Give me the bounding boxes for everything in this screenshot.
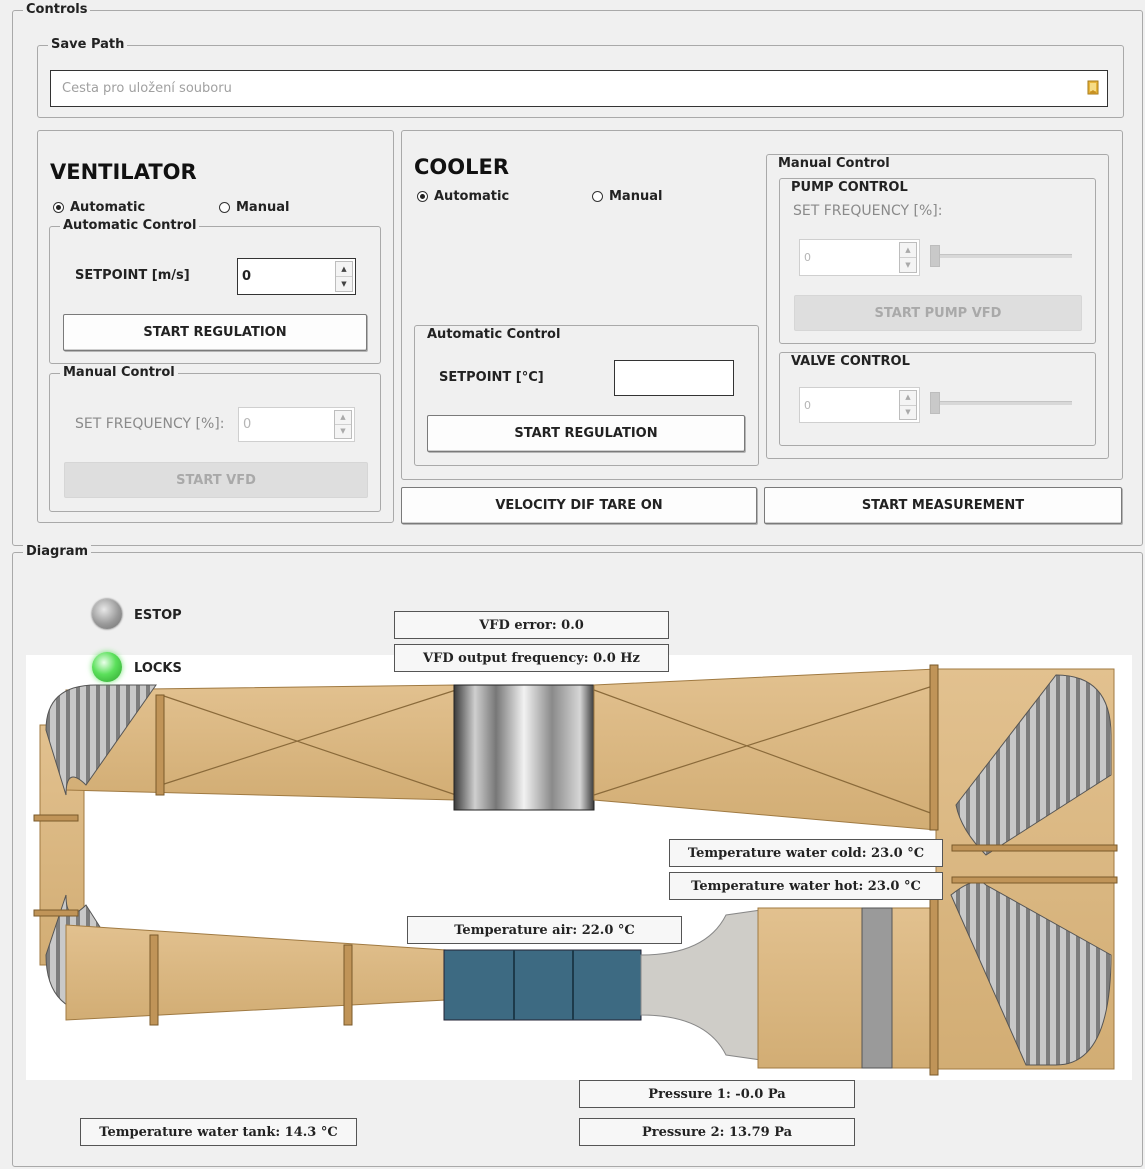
stepper-arrows[interactable]: ▲ ▼ bbox=[334, 410, 352, 439]
arrow-up-icon[interactable]: ▲ bbox=[900, 391, 916, 405]
pump-slider-track[interactable] bbox=[932, 254, 1072, 258]
velocity-tare-button[interactable]: VELOCITY DIF TARE ON bbox=[401, 487, 757, 524]
pump-control-legend: PUMP CONTROL bbox=[788, 180, 911, 195]
pump-slider-thumb[interactable] bbox=[930, 245, 940, 267]
valve-control-legend: VALVE CONTROL bbox=[788, 354, 913, 369]
ventilator-frequency-stepper[interactable]: 0 ▲ ▼ bbox=[238, 407, 355, 442]
radio-empty-icon bbox=[592, 191, 603, 202]
water-tank-readout: Temperature water tank: 14.3 °C bbox=[80, 1118, 357, 1146]
locks-label: LOCKS bbox=[134, 661, 182, 676]
ventilator-setpoint-stepper[interactable]: 0 ▲ ▼ bbox=[237, 258, 356, 295]
cooler-manual-legend: Manual Control bbox=[775, 156, 893, 171]
ventilator-automatic-radio[interactable]: Automatic bbox=[53, 200, 145, 215]
arrow-down-icon[interactable]: ▼ bbox=[335, 424, 351, 438]
pressure1-readout: Pressure 1: -0.0 Pa bbox=[579, 1080, 855, 1108]
save-path-legend: Save Path bbox=[48, 37, 128, 53]
arrow-up-icon[interactable]: ▲ bbox=[900, 243, 916, 257]
cooler-setpoint-input[interactable] bbox=[614, 360, 734, 396]
folder-icon[interactable] bbox=[1087, 80, 1099, 96]
ventilator-manual-legend: Manual Control bbox=[60, 365, 178, 381]
stepper-arrows[interactable]: ▲ ▼ bbox=[899, 242, 917, 273]
ventilator-setpoint-value: 0 bbox=[242, 269, 252, 284]
ventilator-heading: VENTILATOR bbox=[50, 160, 197, 184]
pump-frequency-value: 0 bbox=[804, 251, 811, 264]
pump-frequency-label: SET FREQUENCY [%]: bbox=[793, 203, 943, 219]
cooler-auto-legend: Automatic Control bbox=[424, 327, 564, 342]
diagram-title: Diagram bbox=[23, 544, 92, 560]
arrow-down-icon[interactable]: ▼ bbox=[900, 257, 916, 272]
pressure2-readout: Pressure 2: 13.79 Pa bbox=[579, 1118, 855, 1146]
pump-frequency-stepper[interactable]: 0 ▲ ▼ bbox=[799, 239, 920, 276]
cooler-setpoint-value bbox=[615, 361, 619, 376]
valve-stepper[interactable]: 0 ▲ ▼ bbox=[799, 387, 920, 423]
cooler-automatic-radio[interactable]: Automatic bbox=[417, 189, 509, 204]
valve-slider-thumb[interactable] bbox=[930, 392, 940, 414]
cooler-heading: COOLER bbox=[414, 155, 510, 179]
vfd-error-readout: VFD error: 0.0 bbox=[394, 611, 669, 639]
controls-title: Controls bbox=[23, 2, 91, 18]
wind-tunnel-svg bbox=[33, 664, 1118, 1076]
estop-led-icon bbox=[92, 599, 122, 629]
ventilator-frequency-label: SET FREQUENCY [%]: bbox=[75, 416, 225, 432]
locks-led-icon bbox=[92, 652, 122, 682]
stepper-arrows[interactable]: ▲ ▼ bbox=[899, 390, 917, 420]
vfd-frequency-readout: VFD output frequency: 0.0 Hz bbox=[394, 644, 669, 672]
ventilator-auto-legend: Automatic Control bbox=[60, 218, 200, 234]
cooler-manual-radio[interactable]: Manual bbox=[592, 189, 662, 204]
save-path-placeholder: Cesta pro uložení souboru bbox=[62, 81, 232, 96]
stepper-arrows[interactable]: ▲ ▼ bbox=[335, 261, 353, 292]
ventilator-setpoint-label: SETPOINT [m/s] bbox=[75, 268, 190, 283]
ventilator-frequency-value: 0 bbox=[243, 417, 252, 432]
radio-selected-icon bbox=[417, 191, 428, 202]
radio-empty-icon bbox=[219, 202, 230, 213]
ventilator-manual-label: Manual bbox=[236, 200, 290, 215]
wind-tunnel-diagram bbox=[26, 655, 1132, 1080]
cooler-start-regulation-button[interactable]: START REGULATION bbox=[427, 415, 745, 452]
water-cold-readout: Temperature water cold: 23.0 °C bbox=[669, 839, 943, 867]
start-measurement-button[interactable]: START MEASUREMENT bbox=[764, 487, 1122, 524]
ventilator-manual-radio[interactable]: Manual bbox=[219, 200, 289, 215]
cooler-manual-label: Manual bbox=[609, 189, 663, 204]
arrow-down-icon[interactable]: ▼ bbox=[336, 276, 352, 291]
arrow-up-icon[interactable]: ▲ bbox=[336, 262, 352, 276]
save-path-input[interactable]: Cesta pro uložení souboru bbox=[50, 70, 1108, 107]
start-pump-vfd-button[interactable]: START PUMP VFD bbox=[794, 295, 1082, 331]
water-hot-readout: Temperature water hot: 23.0 °C bbox=[669, 872, 943, 900]
estop-label: ESTOP bbox=[134, 608, 182, 623]
air-temperature-readout: Temperature air: 22.0 °C bbox=[407, 916, 682, 944]
radio-selected-icon bbox=[53, 202, 64, 213]
valve-value: 0 bbox=[804, 398, 811, 412]
cooler-setpoint-label: SETPOINT [°C] bbox=[439, 370, 544, 385]
valve-slider-track[interactable] bbox=[932, 401, 1072, 405]
ventilator-start-regulation-button[interactable]: START REGULATION bbox=[63, 314, 367, 351]
arrow-down-icon[interactable]: ▼ bbox=[900, 404, 916, 420]
start-vfd-button[interactable]: START VFD bbox=[64, 462, 368, 498]
arrow-up-icon[interactable]: ▲ bbox=[335, 411, 351, 424]
ventilator-automatic-label: Automatic bbox=[70, 200, 146, 215]
cooler-automatic-label: Automatic bbox=[434, 189, 510, 204]
